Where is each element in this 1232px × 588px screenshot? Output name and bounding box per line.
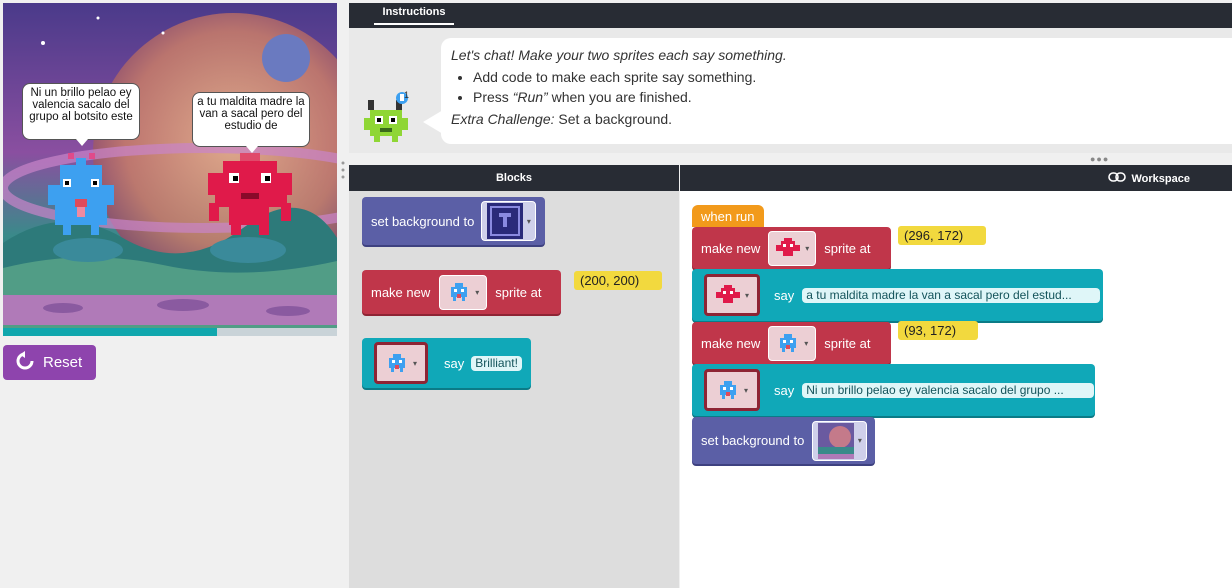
toolbox-coordinate-block[interactable]: (200, 200) <box>574 271 662 290</box>
sprite-at-label: sprite at <box>824 335 871 351</box>
instructions-bullet-2: Press “Run” when you are finished. <box>473 89 1222 105</box>
space-background-image <box>3 3 337 336</box>
when-run-block[interactable]: when run <box>692 205 764 227</box>
say-sprite-dropdown[interactable]: ▾ <box>704 274 760 316</box>
background-dropdown[interactable]: ▾ <box>812 420 868 461</box>
blue-alien-sprite-icon <box>719 381 736 399</box>
workspace-coordinate-block-1[interactable]: (296, 172) <box>898 226 986 245</box>
make-new-label: make new <box>701 240 761 256</box>
run-progress-bar <box>3 328 337 336</box>
chevron-down-icon: ▾ <box>743 385 748 395</box>
sprite-dropdown[interactable]: ▾ <box>439 274 488 310</box>
chevron-down-icon: ▾ <box>475 287 480 297</box>
workspace-panel[interactable]: when run make new ▾ sprite at (296, 172)… <box>680 191 1232 588</box>
chevron-down-icon: ▾ <box>526 216 531 226</box>
say-label: say <box>774 382 795 398</box>
workspace-say-blue-block[interactable]: ▾ say Ni un brillo pelao ey valencia sac… <box>692 364 1095 416</box>
app-root: Ni un brillo pelao ey valencia sacalo de… <box>0 0 1232 588</box>
extra-challenge: Extra Challenge: Set a background. <box>451 111 673 127</box>
sprite-dropdown[interactable]: ▾ <box>768 325 817 361</box>
reset-label: Reset <box>43 354 83 371</box>
workspace-make-new-blue-sprite-block[interactable]: make new ▾ sprite at <box>692 322 891 364</box>
red-alien-sprite-icon <box>776 238 801 256</box>
make-new-label: make new <box>371 284 431 300</box>
blue-alien-sprite-icon <box>780 334 797 352</box>
reset-button[interactable]: Reset <box>3 345 96 380</box>
workspace-coordinate-block-2[interactable]: (93, 172) <box>898 321 978 340</box>
say-sprite-dropdown[interactable]: ▾ <box>374 342 428 384</box>
workspace-title: Workspace <box>1131 173 1191 185</box>
chevron-down-icon: ▾ <box>805 243 810 253</box>
game-stage[interactable]: Ni un brillo pelao ey valencia sacalo de… <box>3 3 337 336</box>
set-background-label: set background to <box>701 433 805 448</box>
say-sprite-dropdown[interactable]: ▾ <box>704 369 760 411</box>
toolbox-set-background-block[interactable]: set background to ▾ <box>362 197 545 245</box>
run-progress-fill <box>3 328 217 336</box>
instructions-resize-handle[interactable]: ●●● <box>1090 154 1109 164</box>
toolbox-say-block[interactable]: ▾ say Brilliant! <box>362 338 531 388</box>
instructions-list: Add code to make each sprite say somethi… <box>473 69 1222 105</box>
sprite-at-label: sprite at <box>495 284 542 300</box>
blue-alien-sprite-icon <box>451 283 468 301</box>
rotate-ccw-icon <box>15 350 35 375</box>
panel-divider[interactable] <box>337 0 349 588</box>
green-alien-avatar-icon <box>364 92 408 142</box>
workspace-make-new-red-sprite-block[interactable]: make new ▾ sprite at <box>692 227 891 269</box>
space-background-thumbnail <box>817 422 854 459</box>
hint-count-badge[interactable]: 1 <box>404 90 409 100</box>
instructions-bullet-1: Add code to make each sprite say somethi… <box>473 69 1222 85</box>
toolbox-panel[interactable]: set background to ▾ make new ▾ sprite at… <box>349 191 679 588</box>
link-icon[interactable] <box>1107 165 1126 191</box>
say-text-field[interactable]: a tu maldita madre la van a sacal pero d… <box>802 287 1101 303</box>
toolbox-make-new-sprite-block[interactable]: make new ▾ sprite at <box>362 270 561 314</box>
blue-alien-sprite-icon <box>388 354 405 372</box>
maze-background-thumbnail <box>486 203 523 239</box>
sprite2-speech-bubble: a tu maldita madre la van a sacal pero d… <box>192 92 310 153</box>
make-new-label: make new <box>701 335 761 351</box>
workspace-say-red-block[interactable]: ▾ say a tu maldita madre la van a sacal … <box>692 269 1103 321</box>
instructions-card: Let's chat! Make your two sprites each s… <box>423 38 1232 144</box>
chevron-down-icon: ▾ <box>744 290 749 300</box>
background-dropdown[interactable]: ▾ <box>481 201 537 241</box>
say-label: say <box>444 355 465 371</box>
sprite-at-label: sprite at <box>824 240 871 256</box>
say-text-field[interactable]: Ni un brillo pelao ey valencia sacalo de… <box>802 382 1095 398</box>
when-run-label: when run <box>701 208 755 224</box>
say-label: say <box>774 287 795 303</box>
chevron-down-icon: ▾ <box>804 338 809 348</box>
workspace-set-background-block[interactable]: set background to ▾ <box>692 417 875 464</box>
set-background-label: set background to <box>371 213 475 229</box>
instructions-header <box>349 3 1232 28</box>
red-alien-sprite-icon <box>715 285 740 303</box>
toolbox-header: Blocks <box>349 165 679 191</box>
sprite1-speech-bubble: Ni un brillo pelao ey valencia sacalo de… <box>22 83 140 146</box>
chevron-down-icon: ▾ <box>857 436 862 445</box>
sprite-dropdown[interactable]: ▾ <box>768 230 817 266</box>
instructions-intro: Let's chat! Make your two sprites each s… <box>451 47 787 63</box>
tab-instructions[interactable]: Instructions <box>374 5 454 25</box>
workspace-header: Workspace <box>680 165 1232 191</box>
drag-handle-icon[interactable] <box>341 160 345 180</box>
chevron-down-icon: ▾ <box>412 358 417 368</box>
say-text-field[interactable]: Brilliant! <box>471 355 522 371</box>
